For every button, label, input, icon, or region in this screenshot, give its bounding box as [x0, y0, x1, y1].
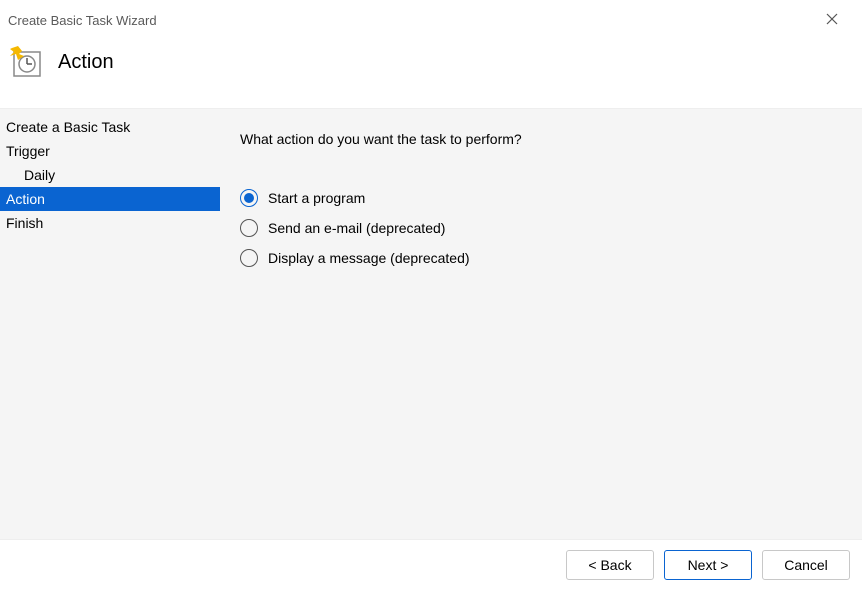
sidebar-item-trigger[interactable]: Trigger — [0, 139, 220, 163]
wizard-content: What action do you want the task to perf… — [220, 109, 862, 539]
radio-row-display-message[interactable]: Display a message (deprecated) — [240, 249, 842, 267]
wizard-header-icon — [10, 46, 42, 78]
radio-row-send-email[interactable]: Send an e-mail (deprecated) — [240, 219, 842, 237]
cancel-button[interactable]: Cancel — [762, 550, 850, 580]
radio-label: Send an e-mail (deprecated) — [268, 220, 445, 236]
radio-start-program[interactable] — [240, 189, 258, 207]
wizard-sidebar: Create a Basic Task Trigger Daily Action… — [0, 109, 220, 539]
radio-label: Display a message (deprecated) — [268, 250, 470, 266]
close-icon[interactable] — [818, 8, 846, 32]
action-radio-group: Start a program Send an e-mail (deprecat… — [240, 189, 842, 267]
window-title: Create Basic Task Wizard — [8, 13, 157, 28]
page-title: Action — [58, 51, 114, 74]
radio-row-start-program[interactable]: Start a program — [240, 189, 842, 207]
wizard-header: Action — [0, 32, 862, 108]
titlebar: Create Basic Task Wizard — [0, 0, 862, 32]
back-button[interactable]: < Back — [566, 550, 654, 580]
sidebar-item-daily[interactable]: Daily — [0, 163, 220, 187]
wizard-footer: < Back Next > Cancel — [0, 540, 862, 590]
sidebar-item-action[interactable]: Action — [0, 187, 220, 211]
sidebar-item-create-basic-task[interactable]: Create a Basic Task — [0, 115, 220, 139]
wizard-body: Create a Basic Task Trigger Daily Action… — [0, 108, 862, 540]
next-button[interactable]: Next > — [664, 550, 752, 580]
action-prompt: What action do you want the task to perf… — [240, 131, 842, 147]
radio-label: Start a program — [268, 190, 365, 206]
sidebar-item-finish[interactable]: Finish — [0, 211, 220, 235]
radio-display-message[interactable] — [240, 249, 258, 267]
radio-send-email[interactable] — [240, 219, 258, 237]
